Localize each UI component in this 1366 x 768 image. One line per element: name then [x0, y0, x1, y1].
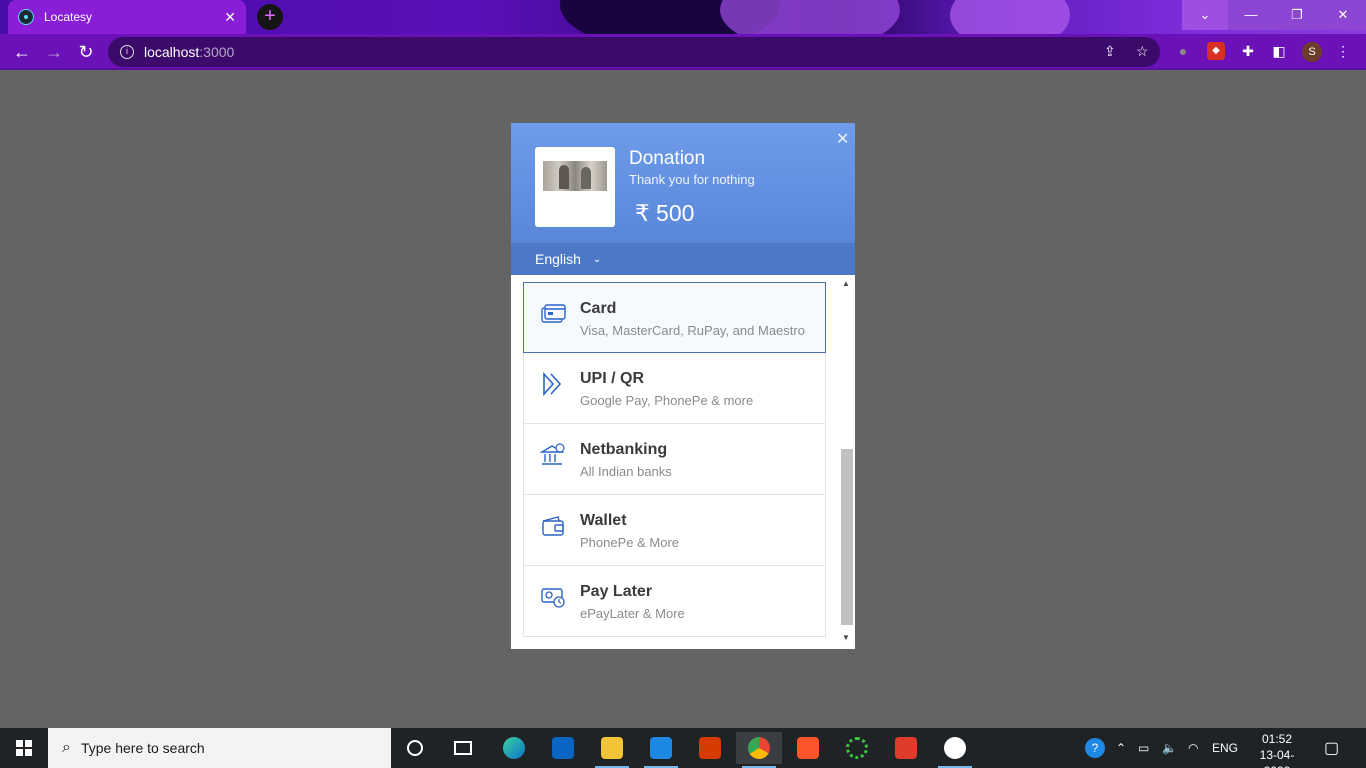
method-name: Wallet: [580, 512, 627, 529]
method-name: Netbanking: [580, 441, 668, 458]
mongodb-icon[interactable]: [932, 732, 978, 768]
site-info-icon[interactable]: i: [120, 45, 134, 59]
share-icon[interactable]: ⇪: [1104, 43, 1116, 60]
merchant-image: [543, 161, 607, 191]
side-panel-icon[interactable]: ◧: [1270, 42, 1288, 60]
merchant-logo: [535, 147, 615, 227]
cortana-icon[interactable]: [392, 732, 438, 764]
vscode-icon[interactable]: [638, 732, 684, 768]
bank-icon: [540, 443, 565, 465]
brave-icon[interactable]: [785, 732, 831, 764]
clock[interactable]: 01:52 13-04-2022: [1254, 731, 1300, 768]
new-tab-button[interactable]: +: [257, 4, 283, 30]
card-icon: [541, 304, 566, 323]
method-upi[interactable]: UPI / QR Google Pay, PhonePe & more: [523, 353, 826, 424]
task-view-icon[interactable]: [440, 732, 486, 764]
browser-title-bar: Locatesy ✕ + ⌄ — ❐ ✕: [0, 0, 1366, 34]
paylater-icon: [541, 588, 565, 608]
merchant-title: Donation: [629, 148, 706, 169]
scrollbar-thumb[interactable]: [841, 449, 853, 625]
method-wallet[interactable]: Wallet PhonePe & More: [523, 495, 826, 566]
input-language[interactable]: ENG: [1212, 728, 1238, 768]
merchant-subtitle: Thank you for nothing: [629, 172, 755, 187]
profile-avatar[interactable]: S: [1302, 42, 1322, 62]
office-icon[interactable]: [687, 732, 733, 764]
forward-arrow-icon[interactable]: →: [42, 40, 66, 64]
payment-modal: ✕ Donation Thank you for nothing ₹ 500 E…: [511, 123, 855, 649]
method-card[interactable]: Card Visa, MasterCard, RuPay, and Maestr…: [523, 282, 826, 353]
battery-icon[interactable]: ▭: [1138, 728, 1149, 768]
tab-title: Locatesy: [44, 10, 93, 24]
back-arrow-icon[interactable]: ←: [10, 40, 34, 64]
reload-icon[interactable]: ↻: [74, 40, 98, 64]
clock-date: 13-04-2022: [1259, 748, 1295, 768]
windows-logo-icon: [16, 740, 32, 756]
scroll-up-arrow-icon[interactable]: ▲: [842, 279, 850, 288]
language-label: English: [535, 251, 581, 267]
puzzle-icon[interactable]: ✚: [1239, 42, 1257, 60]
start-button[interactable]: [0, 728, 48, 768]
method-name: Pay Later: [580, 583, 653, 600]
tab-close-icon[interactable]: ✕: [224, 9, 236, 26]
extension-icon[interactable]: ●: [1174, 42, 1192, 60]
amount: ₹ 500: [635, 200, 695, 226]
close-window-button[interactable]: ✕: [1320, 0, 1366, 30]
windows-taskbar: ⌕ Type here to search ? ⌃ ▭ 🔈 ◠ ENG 01:5…: [0, 728, 1366, 768]
clock-time: 01:52: [1261, 732, 1293, 746]
notifications-icon[interactable]: ▢: [1324, 728, 1339, 768]
bookmark-star-icon[interactable]: ☆: [1136, 43, 1149, 60]
office-red-icon[interactable]: [883, 732, 929, 764]
edge-icon[interactable]: [491, 732, 537, 764]
language-selector[interactable]: English ⌄: [511, 243, 855, 275]
chevron-down-icon: ⌄: [592, 253, 602, 265]
modal-header: ✕ Donation Thank you for nothing ₹ 500: [511, 123, 855, 243]
browser-tab[interactable]: Locatesy ✕: [8, 0, 246, 34]
help-icon[interactable]: ?: [1085, 728, 1105, 768]
react-favicon-icon: [18, 9, 34, 25]
minimize-button[interactable]: —: [1228, 0, 1274, 30]
method-desc: Visa, MasterCard, RuPay, and Maestro: [580, 323, 805, 338]
browser-toolbar: ← → ↻ i localhost :3000 ⇪ ☆ ● ◆ ✚ ◧ S ⋮: [0, 34, 1366, 70]
payment-methods-list: Card Visa, MasterCard, RuPay, and Maestr…: [511, 275, 855, 649]
method-netbanking[interactable]: Netbanking All Indian banks: [523, 424, 826, 495]
taskbar-search[interactable]: ⌕ Type here to search: [48, 728, 391, 768]
method-paylater[interactable]: Pay Later ePayLater & More: [523, 566, 826, 637]
wallpaper-shape: [720, 0, 900, 34]
address-bar[interactable]: i localhost :3000: [108, 37, 1160, 67]
wallet-icon: [542, 516, 564, 536]
restore-button[interactable]: ❐: [1274, 0, 1320, 30]
chrome-icon[interactable]: [736, 732, 782, 768]
menu-kebab-icon[interactable]: ⋮: [1334, 42, 1352, 60]
tray-chevron-up-icon[interactable]: ⌃: [1116, 728, 1126, 768]
tab-search-button[interactable]: ⌄: [1182, 0, 1228, 30]
search-placeholder: Type here to search: [80, 740, 205, 756]
method-name: Card: [580, 300, 617, 317]
close-icon[interactable]: ✕: [836, 129, 849, 149]
search-icon: ⌕: [62, 739, 71, 756]
extension-red-icon[interactable]: ◆: [1207, 42, 1225, 60]
wifi-icon[interactable]: ◠: [1188, 728, 1198, 768]
loader-app-icon[interactable]: [834, 732, 880, 764]
file-explorer-icon[interactable]: [589, 732, 635, 768]
wallpaper-shape: [950, 0, 1070, 34]
scroll-down-arrow-icon[interactable]: ▼: [842, 633, 850, 642]
volume-icon[interactable]: 🔈: [1162, 728, 1177, 768]
method-desc: PhonePe & More: [580, 535, 680, 550]
url-host: localhost: [144, 44, 200, 60]
mail-icon[interactable]: [540, 732, 586, 764]
upi-icon: [543, 371, 562, 397]
url-port: :3000: [199, 44, 235, 60]
method-desc: ePayLater & More: [580, 606, 685, 621]
method-desc: Google Pay, PhonePe & more: [580, 393, 754, 408]
method-name: UPI / QR: [580, 370, 645, 387]
method-desc: All Indian banks: [580, 464, 672, 479]
